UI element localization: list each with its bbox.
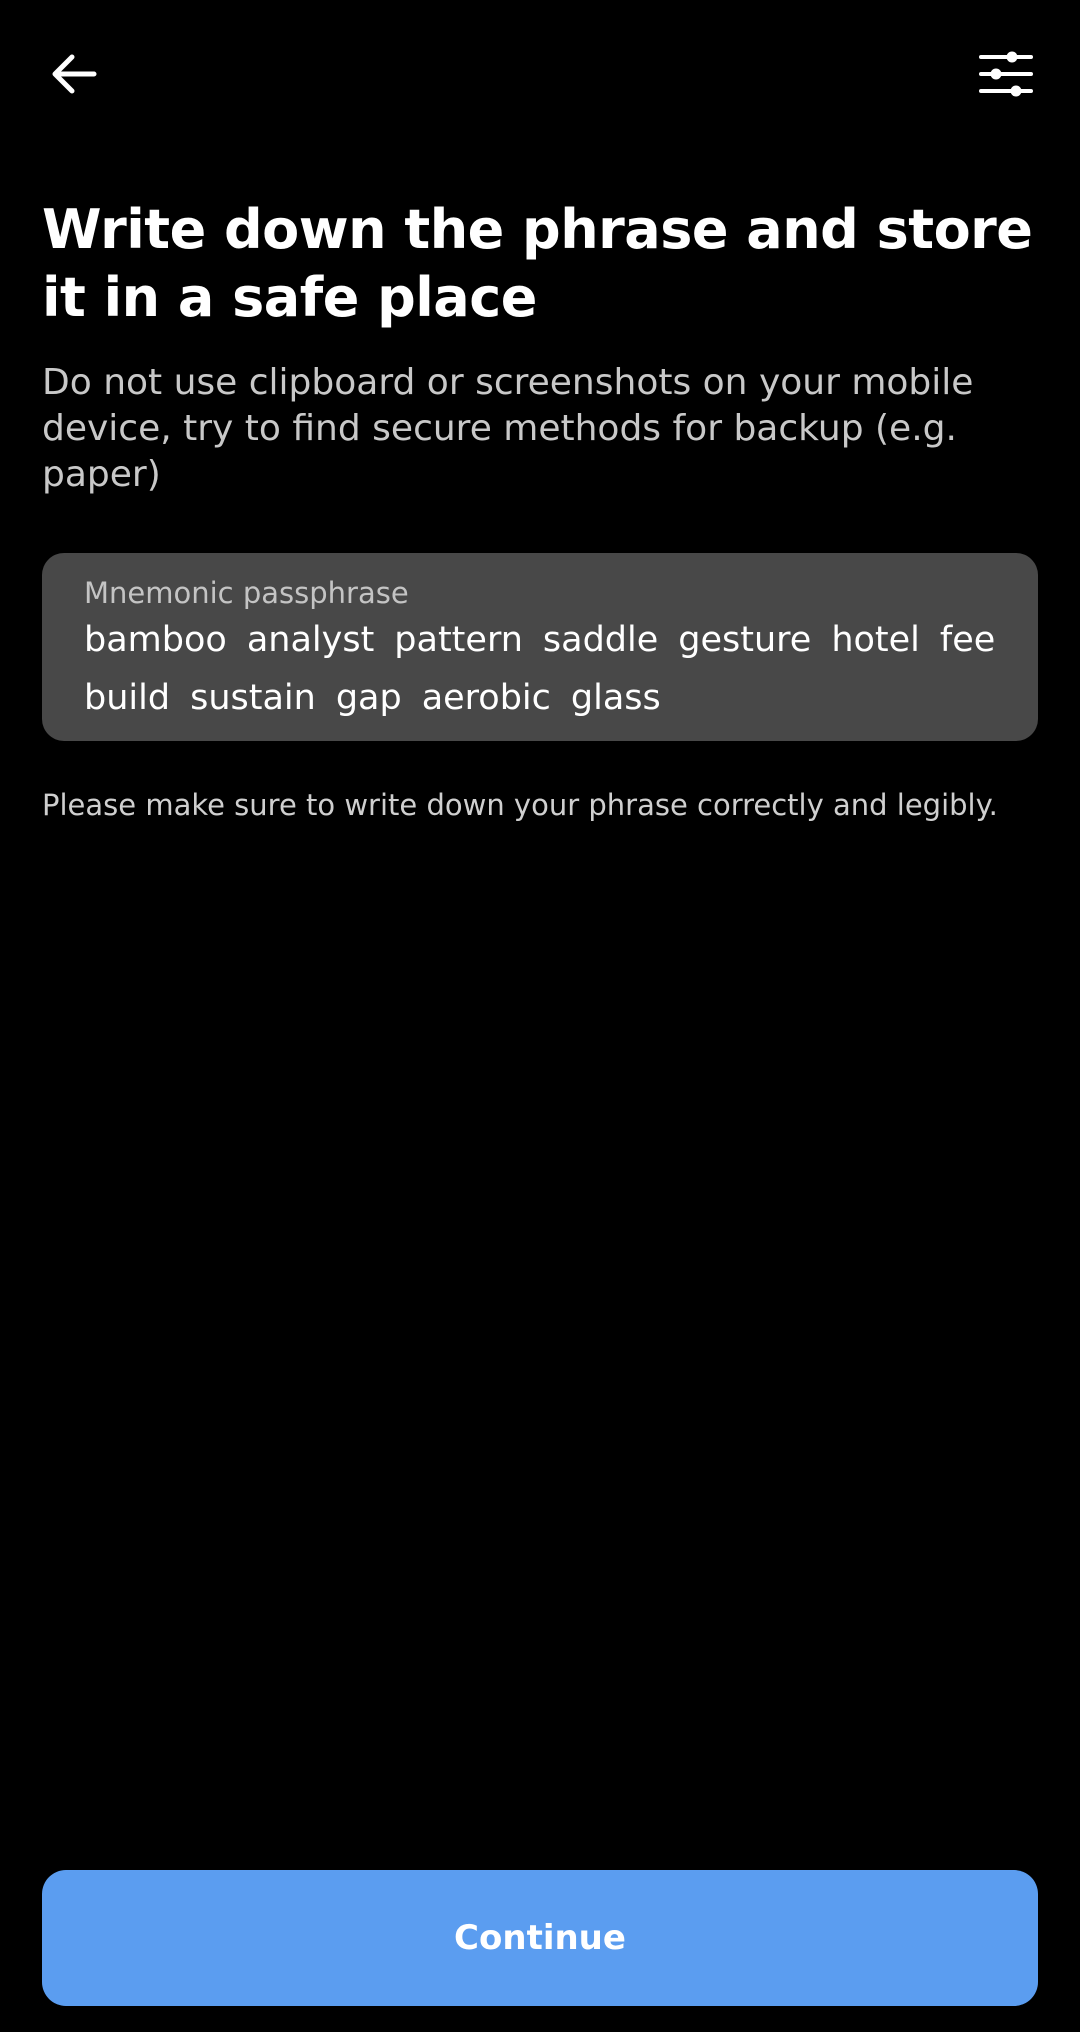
back-button[interactable] [42, 42, 106, 106]
phrase-word: glass [570, 678, 661, 718]
sliders-icon [979, 51, 1033, 97]
continue-button[interactable]: Continue [42, 1870, 1038, 2006]
arrow-left-icon [52, 54, 97, 94]
phrase-word: gesture [678, 620, 812, 660]
page-title: Write down the phrase and store it in a … [42, 198, 1033, 329]
phrase-word: saddle [542, 620, 659, 660]
top-bar [0, 0, 1080, 150]
backup-note: Please make sure to write down your phra… [42, 788, 998, 822]
phrase-word: pattern [394, 620, 523, 660]
phrase-word: aerobic [421, 678, 551, 718]
phrase-word: gap [335, 678, 402, 718]
page-subtitle: Do not use clipboard or screenshots on y… [42, 362, 974, 495]
phrase-word: analyst [246, 620, 375, 660]
phrase-word: bamboo [84, 620, 227, 660]
phrase-label: Mnemonic passphrase [84, 576, 409, 610]
phrase-words: bamboo analyst pattern saddle gesture ho… [84, 617, 1004, 721]
phrase-word: fee [939, 620, 996, 660]
phrase-word: sustain [190, 678, 316, 718]
phrase-word: build [84, 678, 171, 718]
phrase-word: hotel [831, 620, 920, 660]
settings-button[interactable] [974, 42, 1038, 106]
mnemonic-phrase-card: Mnemonic passphrase bamboo analyst patte… [42, 553, 1038, 741]
